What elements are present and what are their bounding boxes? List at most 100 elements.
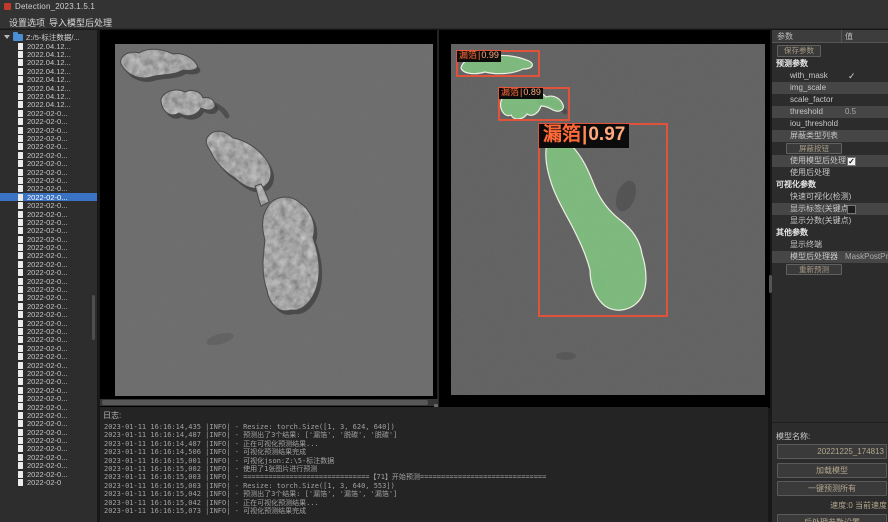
save-params-button[interactable]: 保存参数 [777, 45, 821, 57]
menu-bar: 设置选项 导入模型后处理 [0, 13, 888, 29]
param-row[interactable]: scale_factor [772, 94, 888, 106]
file-icon [18, 345, 23, 352]
file-icon [18, 160, 23, 167]
param-checkbox[interactable]: ✓ [847, 157, 856, 166]
file-icon [18, 143, 23, 150]
file-icon [18, 412, 23, 419]
tree-root-item[interactable]: Z:/5-标注数据/... [0, 32, 97, 42]
file-icon [18, 227, 23, 234]
file-icon [18, 127, 23, 134]
title-bar: Detection_2023.1.5.1 [0, 0, 888, 13]
file-icon [18, 59, 23, 66]
param-row[interactable]: 显示终端 [772, 239, 888, 251]
app-window: Detection_2023.1.5.1 设置选项 导入模型后处理 Z:/5-标… [0, 0, 888, 522]
param-value[interactable]: 0.5 [845, 106, 856, 118]
file-icon [18, 51, 23, 58]
file-icon [18, 219, 23, 226]
param-row[interactable]: 使用模型后处理✓ [772, 155, 888, 167]
param-label: 使用后处理 [790, 167, 830, 179]
app-icon [4, 3, 11, 10]
load-model-button[interactable]: 加载模型 [777, 463, 887, 478]
params-rows: 预测参数with_mask✓img_scalescale_factorthres… [772, 58, 888, 276]
log-line: 2023-01-11 16:16:15,073 |INFO| - 可视化预测结果… [100, 507, 768, 515]
log-title: 日志: [100, 407, 768, 423]
param-row[interactable]: 模型后处理器MaskPostPro [772, 251, 888, 263]
file-icon [18, 403, 23, 410]
log-line: 2023-01-11 16:16:15,001 |INFO| - 可视化json… [100, 457, 768, 465]
mask-toggle-button[interactable]: 屏蔽按钮 [786, 143, 842, 154]
param-checkbox[interactable] [847, 205, 856, 214]
param-value[interactable]: MaskPostPro [845, 251, 888, 263]
file-icon [18, 202, 23, 209]
predict-all-button[interactable]: 一键预测所有 [777, 481, 887, 496]
file-icon [18, 211, 23, 218]
repredict-button[interactable]: 重新预测 [786, 264, 842, 275]
model-name-field[interactable]: 20221225_174813 [777, 444, 887, 459]
param-row[interactable]: with_mask ✓ [772, 70, 888, 82]
postprocess-settings-button[interactable]: 后处理参数设置 [777, 514, 887, 522]
file-icon [18, 479, 23, 486]
prediction-image-view[interactable]: 漏箔|0.99 漏箔|0.89 漏箔|0.97 [451, 44, 765, 395]
file-icon [18, 194, 23, 201]
detection-label-2: 漏箔|0.89 [499, 88, 543, 99]
param-row[interactable]: 显示标签(关键点) [772, 203, 888, 215]
param-label: 快速可视化(检测) [790, 191, 851, 203]
file-icon [18, 320, 23, 327]
param-label: 使用模型后处理 [790, 155, 846, 167]
canvas-divider[interactable] [437, 30, 439, 408]
params-button-row: 屏蔽按钮 [772, 142, 888, 155]
param-label: 显示终端 [790, 239, 822, 251]
file-icon [18, 370, 23, 377]
file-icon [18, 68, 23, 75]
chevron-down-icon[interactable] [4, 35, 10, 39]
param-row[interactable]: threshold 0.5 [772, 106, 888, 118]
param-label: 显示标签(关键点) [790, 203, 851, 215]
file-icon [18, 169, 23, 176]
file-icon [18, 185, 23, 192]
tree-scrollbar[interactable] [92, 295, 95, 340]
tree-item[interactable]: 2022-02-0 [0, 478, 97, 486]
file-icon [18, 43, 23, 50]
file-icon [18, 118, 23, 125]
param-row[interactable]: 使用后处理 [772, 167, 888, 179]
horizontal-scrollbar[interactable] [100, 399, 438, 406]
file-icon [18, 101, 23, 108]
check-icon: ✓ [848, 70, 856, 82]
file-icon [18, 445, 23, 452]
param-row[interactable]: 显示分数(关键点) [772, 215, 888, 227]
file-icon [18, 93, 23, 100]
param-label: threshold [790, 106, 823, 118]
speed-status: 速度:0 当前速度 [777, 499, 887, 512]
file-icon [18, 454, 23, 461]
param-row[interactable]: iou_threshold [772, 118, 888, 130]
menu-item-import-model-postprocess[interactable]: 导入模型后处理 [46, 15, 115, 30]
file-icon [18, 252, 23, 259]
log-panel[interactable]: 日志: 2023-01-11 16:16:14,435 |INFO| - Res… [100, 407, 768, 522]
param-label: 显示分数(关键点) [790, 215, 851, 227]
log-line: 2023-01-11 16:16:15,003 |INFO| - =======… [100, 473, 768, 481]
file-icon [18, 152, 23, 159]
param-row[interactable]: 快速可视化(检测) [772, 191, 888, 203]
tree-item-label: 2022-02-0 [27, 478, 61, 487]
menu-item-settings[interactable]: 设置选项 [6, 15, 48, 30]
params-section-title: 预测参数 [772, 58, 888, 70]
params-section-title: 可视化参数 [772, 179, 888, 191]
horizontal-scrollbar-thumb[interactable] [102, 400, 428, 405]
file-icon [18, 437, 23, 444]
log-line: 2023-01-11 16:16:14,487 |INFO| - 正在可视化预测… [100, 440, 768, 448]
file-icon [18, 269, 23, 276]
param-label: with_mask [790, 70, 828, 82]
image-canvas-area: 漏箔|0.99 漏箔|0.89 漏箔|0.97 [100, 30, 770, 408]
log-line: 2023-01-11 16:16:14,506 |INFO| - 可视化预测结果… [100, 448, 768, 456]
param-label: iou_threshold [790, 118, 838, 130]
param-row[interactable]: 屏蔽类型列表 [772, 130, 888, 142]
param-label: scale_factor [790, 94, 833, 106]
original-image-view[interactable] [115, 44, 433, 396]
file-tree-viewport: Z:/5-标注数据/... 2022.04.12...2022.04.12...… [0, 32, 97, 519]
param-label: 屏蔽类型列表 [790, 130, 838, 142]
folder-icon [13, 34, 23, 41]
file-icon [18, 110, 23, 117]
file-icon [18, 303, 23, 310]
file-icon [18, 362, 23, 369]
param-row[interactable]: img_scale [772, 82, 888, 94]
